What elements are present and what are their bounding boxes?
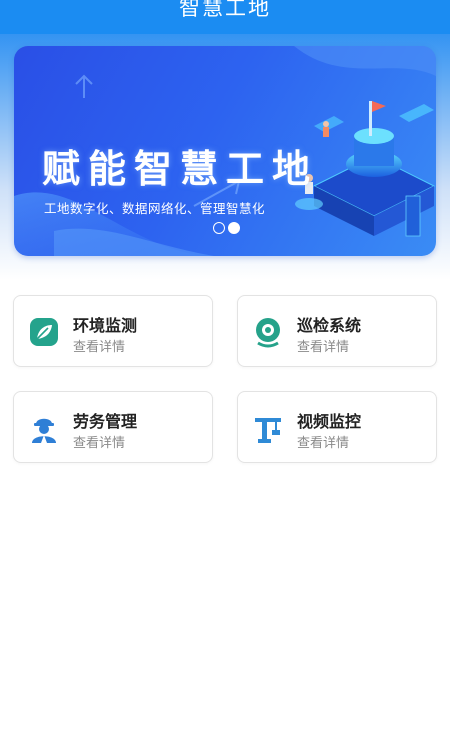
card-title: 劳务管理 <box>73 412 138 431</box>
card-video-surveillance[interactable]: 视频监控 查看详情 <box>237 391 437 463</box>
banner-title: 赋能智慧工地 <box>42 147 319 191</box>
card-labor-management[interactable]: 劳务管理 查看详情 <box>13 391 213 463</box>
card-title: 巡检系统 <box>297 316 362 335</box>
card-view-details[interactable]: 查看详情 <box>297 336 349 355</box>
carousel-indicator[interactable] <box>213 222 240 234</box>
page-title: 智慧工地 <box>179 0 271 20</box>
card-title: 环境监测 <box>73 316 138 335</box>
card-title: 视频监控 <box>297 412 362 431</box>
banner-carousel[interactable]: 赋能智慧工地 工地数字化、数据网络化、管理智慧化 <box>14 46 436 256</box>
worker-icon <box>28 412 60 444</box>
carousel-dot-active[interactable] <box>228 222 240 234</box>
carousel-dot[interactable] <box>213 222 225 234</box>
card-view-details[interactable]: 查看详情 <box>297 432 349 451</box>
banner-subtitle: 工地数字化、数据网络化、管理智慧化 <box>44 201 266 216</box>
card-environment-monitoring[interactable]: 环境监测 查看详情 <box>13 295 213 367</box>
card-inspection-system[interactable]: 巡检系统 查看详情 <box>237 295 437 367</box>
leaf-icon <box>28 316 60 348</box>
crane-icon <box>252 412 284 444</box>
camera-inspection-icon <box>252 316 284 348</box>
card-view-details[interactable]: 查看详情 <box>73 432 125 451</box>
app-header: 智慧工地 <box>0 0 450 34</box>
card-view-details[interactable]: 查看详情 <box>73 336 125 355</box>
